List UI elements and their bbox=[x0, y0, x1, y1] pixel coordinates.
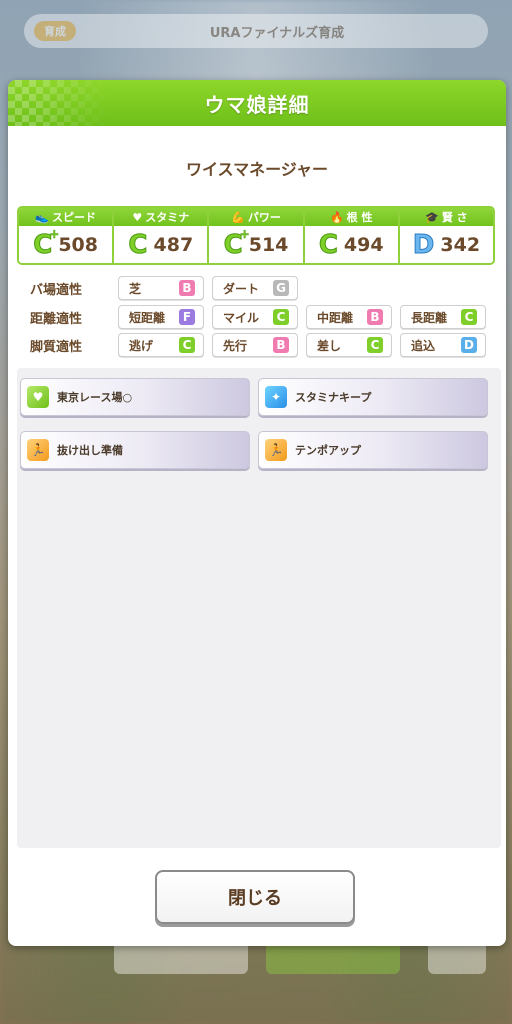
aptitude-grade: B bbox=[179, 280, 195, 296]
stat-label: 根 性 bbox=[346, 211, 373, 224]
graduation-cap-icon: 🎓 bbox=[425, 210, 439, 224]
stat-value: 342 bbox=[440, 233, 481, 256]
stat-value: 508 bbox=[58, 233, 98, 256]
aptitude-cell: 中距離 B bbox=[306, 305, 392, 329]
aptitude-grade: D bbox=[461, 337, 477, 353]
stat-guts: 🔥 根 性 C 494 bbox=[304, 208, 400, 263]
heart-icon: ♥ bbox=[132, 210, 143, 224]
plus-icon: + bbox=[239, 226, 250, 241]
aptitude-distance-label: 距離適性 bbox=[30, 311, 83, 327]
aptitude-distance-row: 距離適性 短距離 F マイル C 中距離 B 長距離 C bbox=[30, 305, 494, 329]
stat-speed: 👟 スピード C + 508 bbox=[19, 208, 115, 263]
aptitude-cell: 追込 D bbox=[400, 333, 486, 357]
close-button[interactable]: 閉じる bbox=[155, 870, 355, 924]
stat-label: スタミナ bbox=[145, 211, 190, 224]
dialog-header: ウマ娘詳細 bbox=[8, 80, 506, 126]
stat-value: 487 bbox=[153, 233, 194, 256]
aptitude-cell: 逃げ C bbox=[118, 333, 204, 357]
skill-item[interactable]: 🏃 抜け出し準備 bbox=[20, 431, 250, 469]
stat-grade: D bbox=[412, 229, 435, 260]
character-name: ワイスマネージャー bbox=[186, 160, 328, 179]
background-title: URAファイナルズ育成 bbox=[209, 25, 345, 41]
skill-name: 東京レース場○ bbox=[57, 391, 133, 404]
skill-name: 抜け出し準備 bbox=[57, 444, 123, 457]
uma-detail-dialog: ウマ娘詳細 ワイスマネージャー 👟 スピード C + 508 ♥ スタミナ C 487… bbox=[8, 80, 506, 946]
aptitude-grade: C bbox=[367, 337, 383, 353]
stat-wisdom: 🎓 賢 さ D 342 bbox=[399, 208, 493, 263]
shoe-icon: 👟 bbox=[35, 210, 49, 224]
skill-item[interactable]: ✦ スタミナキープ bbox=[258, 378, 488, 416]
flame-icon: 🔥 bbox=[329, 210, 344, 224]
plus-icon: + bbox=[49, 226, 60, 241]
runner-skill-icon: 🏃 bbox=[265, 439, 287, 461]
aptitude-cell: 先行 B bbox=[212, 333, 298, 357]
stat-grade: C + bbox=[223, 226, 250, 260]
aptitude-cell: マイル C bbox=[212, 305, 298, 329]
skills-panel: ♥ 東京レース場○ ✦ スタミナキープ 🏃 抜け出し準備 🏃 テンポアップ bbox=[17, 368, 501, 848]
aptitude-grade: C bbox=[273, 309, 289, 325]
heart-skill-icon: ♥ bbox=[27, 386, 49, 408]
stat-label: パワー bbox=[247, 211, 281, 224]
aptitude-grade: C bbox=[461, 309, 477, 325]
arm-icon: 💪 bbox=[231, 210, 245, 224]
aptitude-grade: B bbox=[367, 309, 383, 325]
skill-name: スタミナキープ bbox=[295, 391, 372, 404]
background-pill: 育成 bbox=[34, 21, 76, 41]
skill-item[interactable]: 🏃 テンポアップ bbox=[258, 431, 488, 469]
stat-value: 494 bbox=[343, 233, 384, 256]
aptitude-track-row: バ場適性 芝B ダート G bbox=[30, 276, 306, 300]
stat-label: スピード bbox=[51, 211, 96, 224]
aptitude-grade: F bbox=[179, 309, 195, 325]
aptitude-grade: G bbox=[273, 280, 289, 296]
aptitude-cell: 短距離 F bbox=[118, 305, 204, 329]
stats-panel: 👟 スピード C + 508 ♥ スタミナ C 487 💪 パワー C + 514 🔥 根 … bbox=[17, 206, 495, 265]
stat-grade: C bbox=[318, 229, 338, 260]
skill-item[interactable]: ♥ 東京レース場○ bbox=[20, 378, 250, 416]
aptitude-cell: 長距離 C bbox=[400, 305, 486, 329]
stat-stamina: ♥ スタミナ C 487 bbox=[114, 208, 210, 263]
dialog-title: ウマ娘詳細 bbox=[204, 92, 310, 117]
stat-label: 賢 さ bbox=[441, 211, 468, 224]
aptitude-cell: 芝B bbox=[118, 276, 204, 300]
aptitude-grade: C bbox=[179, 337, 195, 353]
stat-value: 514 bbox=[248, 233, 289, 256]
header-pattern bbox=[8, 80, 108, 126]
aptitude-cell: 差し C bbox=[306, 333, 392, 357]
runner-skill-icon: 🏃 bbox=[27, 439, 49, 461]
skill-name: テンポアップ bbox=[295, 444, 361, 457]
stat-grade: C bbox=[128, 229, 148, 260]
aptitude-track-label: バ場適性 bbox=[30, 282, 83, 298]
stat-power: 💪 パワー C + 514 bbox=[209, 208, 305, 263]
aptitude-grade: B bbox=[273, 337, 289, 353]
aptitude-cell: ダート G bbox=[212, 276, 298, 300]
background-top-bar: 育成 URAファイナルズ育成 bbox=[24, 14, 488, 48]
aptitude-style-row: 脚質適性 逃げ C 先行 B 差し C 追込 D bbox=[30, 333, 494, 357]
aptitude-style-label: 脚質適性 bbox=[30, 339, 83, 355]
sparkle-skill-icon: ✦ bbox=[265, 386, 287, 408]
stat-grade: C + bbox=[33, 226, 60, 260]
